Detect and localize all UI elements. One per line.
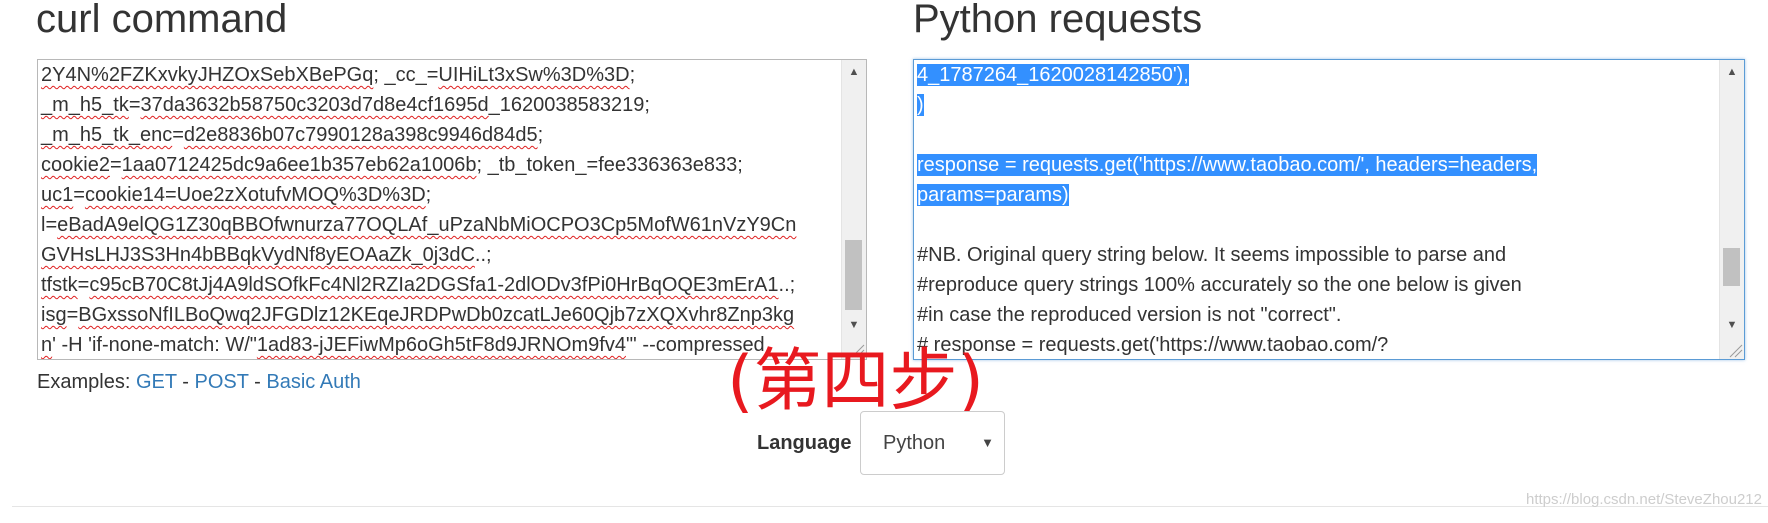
curl-line: tfstk=c95cB70C8tJj4A9ldSOfkFc4Nl2RZIa2DG… [41, 270, 830, 300]
curl-text: ; [629, 64, 636, 86]
spellcheck-word: uc1 [41, 184, 74, 206]
curl-command-textarea[interactable]: 2Y4N%2FZKxvkyJHZOxSebXBePGq; _cc_=UIHiLt… [37, 59, 867, 360]
language-label: Language [757, 432, 852, 454]
curl-text: = [66, 304, 79, 326]
python-line: 4_1787264_1620028142850'), [917, 60, 1708, 90]
example-get-link[interactable]: GET [136, 371, 177, 393]
dropdown-caret-icon: ▼ [981, 435, 994, 450]
python-scrollbar[interactable]: ▲ ▼ [1719, 60, 1744, 359]
curl-command-heading: curl command [36, 0, 288, 41]
step-annotation: (第四步) [727, 342, 985, 421]
spellcheck-word: _m_h5_tk_enc [41, 124, 173, 146]
examples-label: Examples: [37, 371, 131, 393]
example-basic-auth-link[interactable]: Basic Auth [266, 371, 361, 393]
curl-text: = [73, 184, 85, 206]
example-post-link[interactable]: POST [195, 371, 249, 393]
spellcheck-word: cookie2 [41, 154, 110, 176]
python-line: ) [917, 90, 1708, 120]
selected-text: 4_1787264_1620028142850'), [917, 64, 1189, 86]
curl-text: ; _tb_token_=fee336363e833; [476, 154, 743, 176]
language-selected-value: Python [883, 432, 946, 454]
examples-row: Examples: GET - POST - Basic Auth [37, 370, 361, 394]
spellcheck-word: 2Y4N%2FZKxvkyJHZOxSebXBePGq [41, 64, 374, 86]
language-select[interactable]: Python ▼ [860, 411, 1005, 475]
curl-line: isg=BGxssoNfILBoQwq2JFGDlz12KEqeJRDPwDb0… [41, 300, 830, 330]
curl-line: _m_h5_tk_enc=d2e8836b07c7990128a398c9946… [41, 120, 830, 150]
python-line: #reproduce query strings 100% accurately… [917, 270, 1708, 300]
curl-text: ..; [778, 274, 796, 296]
python-text-lines: 4_1787264_1620028142850'),) response = r… [917, 60, 1708, 359]
python-requests-textarea[interactable]: 4_1787264_1620028142850'),) response = r… [913, 59, 1745, 360]
resize-grip-icon[interactable] [1722, 337, 1744, 359]
python-requests-heading: Python requests [913, 0, 1203, 41]
spellcheck-word: c95cB70C8tJj4A9ldSOfkFc4Nl2RZIa2DGSfa1-2… [89, 274, 779, 296]
curl-line: _m_h5_tk=37da3632b58750c3203d7d8e4cf1695… [41, 90, 830, 120]
curl-line: l=eBadA9elQG1Z30qBBOfwnurza77OQLAf_uPzaN… [41, 210, 830, 240]
curl-line: cookie2=1aa0712425dc9a6ee1b357eb62a1006b… [41, 150, 830, 180]
python-line: # response = requests.get('https://www.t… [917, 330, 1708, 359]
scroll-up-arrow-icon[interactable]: ▲ [842, 60, 866, 84]
spellcheck-word: eBadA9elQG1Z30qBBOfwnurza77OQLAf_uPzaNbM… [57, 214, 797, 236]
curl-text: _1620038583219; [488, 94, 650, 116]
curl-line: 2Y4N%2FZKxvkyJHZOxSebXBePGq; _cc_=UIHiLt… [41, 60, 830, 90]
python-text: #NB. Original query string below. It see… [917, 244, 1507, 266]
spellcheck-word: n [41, 334, 53, 356]
curl-text: ; [425, 184, 432, 206]
selected-text: params=params) [917, 184, 1069, 206]
separator: - [254, 371, 261, 393]
spellcheck-word: 1aa0712425dc9a6ee1b357eb62a1006b [121, 154, 477, 176]
curl-text: ; [537, 124, 544, 146]
spellcheck-word: d2e8836b07c7990128a398c9946d84d5 [183, 124, 538, 146]
curl-text: = [109, 154, 122, 176]
divider [12, 506, 1768, 507]
spellcheck-word: GVHsLHJ3S3Hn4bBBqkVydNf8yEOAaZk_0j3dC [41, 244, 475, 266]
spellcheck-word: BGxssoNfILBoQwq2JFGDlz12KEqeJRDPwDb0zcat… [78, 304, 795, 326]
curl-text: ; _cc_= [373, 64, 439, 86]
scroll-up-arrow-icon[interactable]: ▲ [1720, 60, 1744, 84]
scroll-down-arrow-icon[interactable]: ▼ [842, 313, 866, 337]
separator: - [182, 371, 189, 393]
curl-scrollbar[interactable]: ▲ ▼ [841, 60, 866, 359]
python-line: response = requests.get('https://www.tao… [917, 150, 1708, 180]
curl-scrollbar-thumb[interactable] [845, 240, 862, 310]
curl-text-lines: 2Y4N%2FZKxvkyJHZOxSebXBePGq; _cc_=UIHiLt… [41, 60, 830, 359]
python-line: #NB. Original query string below. It see… [917, 240, 1708, 270]
spellcheck-word: UIHiLt3xSw%3D%3D [438, 64, 630, 86]
curl-text: l= [41, 214, 58, 236]
python-text: #reproduce query strings 100% accurately… [917, 274, 1522, 296]
python-text: # response = requests.get('https://www.t… [917, 334, 1389, 356]
curl-text: ' -H 'if-none-match: W/" [52, 334, 257, 356]
watermark: https://blog.csdn.net/SteveZhou212 [1526, 491, 1762, 508]
selected-text: response = requests.get('https://www.tao… [917, 154, 1538, 176]
curl-text: = [128, 94, 141, 116]
spellcheck-word: tfstk [41, 274, 78, 296]
spellcheck-word: cookie14=Uoe2zXotufvMOQ%3D%3D [84, 184, 426, 206]
selected-text: ) [917, 94, 924, 116]
spellcheck-word: isg [41, 304, 67, 326]
curl-text: = [172, 124, 184, 146]
python-scrollbar-thumb[interactable] [1723, 248, 1740, 286]
python-line [917, 120, 1708, 150]
curl-line: n' -H 'if-none-match: W/"1ad83-jJEFiwMp6… [41, 330, 830, 359]
scroll-down-arrow-icon[interactable]: ▼ [1720, 313, 1744, 337]
spellcheck-word: 1ad83-jJEFiwMp6oGh5tF8d9JRNOm9fv4 [256, 334, 626, 356]
python-line: params=params) [917, 180, 1708, 210]
python-text: #in case the reproduced version is not "… [917, 304, 1342, 326]
python-line [917, 210, 1708, 240]
python-line: #in case the reproduced version is not "… [917, 300, 1708, 330]
curl-line: uc1=cookie14=Uoe2zXotufvMOQ%3D%3D; [41, 180, 830, 210]
spellcheck-word: 37da3632b58750c3203d7d8e4cf1695d [140, 94, 489, 116]
curl-text: = [77, 274, 90, 296]
spellcheck-word: _m_h5_tk [41, 94, 129, 116]
curl-text: ..; [474, 244, 492, 266]
curl-line: GVHsLHJ3S3Hn4bBBqkVydNf8yEOAaZk_0j3dC..; [41, 240, 830, 270]
